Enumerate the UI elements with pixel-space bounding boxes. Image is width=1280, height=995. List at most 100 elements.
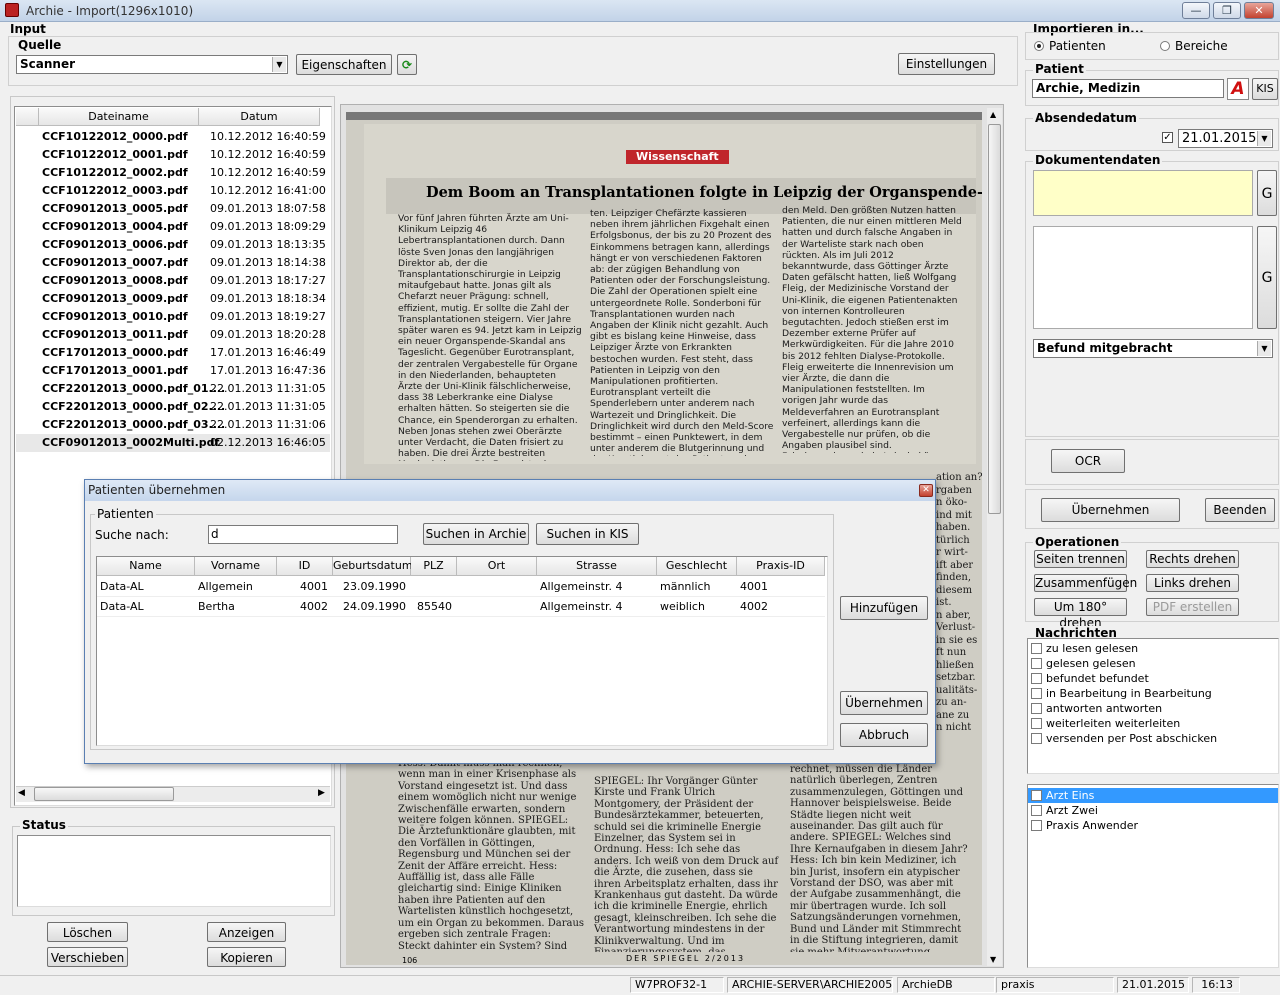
file-row[interactable]: CCF09012013_0007.pdf 09.01.2013 18:14:38 (16, 254, 330, 272)
scroll-down-icon[interactable]: ▼ (990, 955, 996, 964)
eigenschaften-button[interactable]: Eigenschaften (296, 54, 392, 75)
zusammenfuegen-button[interactable]: Zusammenfügen (1034, 574, 1137, 592)
dialog-close-button[interactable]: ✕ (919, 484, 933, 497)
scroll-right-icon[interactable]: ▶ (318, 788, 325, 798)
um-180-drehen-button[interactable]: Um 180° drehen (1034, 598, 1127, 630)
document-notes-field[interactable] (1033, 226, 1253, 329)
preview-scroll-thumb[interactable] (988, 124, 1001, 514)
uebernehmen-main-button[interactable]: Übernehmen (1041, 498, 1180, 522)
beenden-button[interactable]: Beenden (1205, 498, 1275, 522)
search-input[interactable]: d (208, 525, 398, 544)
checkbox-icon[interactable] (1031, 673, 1042, 684)
patient-row[interactable]: Data-AL Allgemein 4001 23.09.1990 Allgemeins… (97, 577, 825, 597)
patient-table[interactable]: Name Vorname ID Geburtsdatum PLZ Ort Strasse Ge… (96, 556, 828, 746)
message-item[interactable]: befundet befundet (1028, 671, 1278, 686)
chevron-down-icon[interactable]: ▼ (1257, 341, 1271, 356)
recipient-item[interactable]: Arzt Zwei (1028, 803, 1278, 818)
recipient-item[interactable]: Praxis Anwender (1028, 818, 1278, 833)
befund-select[interactable]: Befund mitgebracht ▼ (1033, 339, 1273, 358)
file-row[interactable]: CCF22012013_0000.pdf_03.... 22.01.2013 11… (16, 416, 330, 434)
refresh-icon[interactable]: ⟳ (397, 54, 417, 75)
document-title-field[interactable] (1033, 170, 1253, 216)
checkbox-icon[interactable] (1031, 733, 1042, 744)
patient-column-header[interactable]: Praxis-ID (737, 557, 825, 576)
anzeigen-button[interactable]: Anzeigen (207, 922, 286, 942)
loeschen-button[interactable]: Löschen (47, 922, 128, 942)
einstellungen-button[interactable]: Einstellungen (898, 53, 995, 75)
recipient-item[interactable]: Arzt Eins (1028, 788, 1278, 803)
ocr-button[interactable]: OCR (1051, 449, 1125, 473)
file-row[interactable]: CCF17012013_0000.pdf 17.01.2013 16:46:49 (16, 344, 330, 362)
message-item[interactable]: versenden per Post abschicken (1028, 731, 1278, 746)
patient-column-header[interactable]: Geschlecht (657, 557, 737, 576)
message-item[interactable]: weiterleiten weiterleiten (1028, 716, 1278, 731)
links-drehen-button[interactable]: Links drehen (1146, 574, 1239, 592)
file-row[interactable]: CCF09012013_0011.pdf 09.01.2013 18:20:28 (16, 326, 330, 344)
file-row[interactable]: CCF17012013_0001.pdf 17.01.2013 16:47:36 (16, 362, 330, 380)
file-row[interactable]: CCF09012013_0005.pdf 09.01.2013 18:07:58 (16, 200, 330, 218)
patient-column-header[interactable]: Geburtsdatum (333, 557, 413, 576)
recipient-list[interactable]: Arzt Eins Arzt Zwei Praxis Anwender (1027, 784, 1279, 968)
message-item[interactable]: antworten antworten (1028, 701, 1278, 716)
date-checkbox[interactable]: ✓ (1162, 132, 1173, 143)
checkbox-icon[interactable] (1031, 643, 1042, 654)
message-item[interactable]: gelesen gelesen (1028, 656, 1278, 671)
file-row[interactable]: CCF09012013_0004.pdf 09.01.2013 18:09:29 (16, 218, 330, 236)
radio-patienten[interactable]: Patienten (1034, 39, 1106, 53)
file-row[interactable]: CCF10122012_0001.pdf 10.12.2012 16:40:59 (16, 146, 330, 164)
minimize-button[interactable]: — (1182, 2, 1210, 19)
file-row[interactable]: CCF22012013_0000.pdf_02.... 22.01.2013 11… (16, 398, 330, 416)
scroll-up-icon[interactable]: ▲ (990, 110, 996, 119)
file-row[interactable]: CCF10122012_0002.pdf 10.12.2012 16:40:59 (16, 164, 330, 182)
patient-column-header[interactable]: Vorname (195, 557, 277, 576)
checkbox-icon[interactable] (1031, 658, 1042, 669)
calendar-dropdown-icon[interactable]: ▼ (1257, 131, 1271, 146)
kis-button[interactable]: KIS (1252, 78, 1278, 100)
column-dateiname[interactable]: Dateiname (39, 108, 199, 126)
file-row[interactable]: CCF10122012_0003.pdf 10.12.2012 16:41:00 (16, 182, 330, 200)
seiten-trennen-button[interactable]: Seiten trennen (1034, 550, 1127, 568)
scroll-thumb[interactable] (34, 787, 174, 801)
column-datum[interactable]: Datum (199, 108, 320, 126)
close-button[interactable]: ✕ (1244, 2, 1274, 19)
checkbox-icon[interactable] (1031, 805, 1042, 816)
file-row[interactable]: CCF09012013_0006.pdf 09.01.2013 18:13:35 (16, 236, 330, 254)
pdf-erstellen-button[interactable]: PDF erstellen (1146, 598, 1239, 616)
file-row[interactable]: CCF09012013_0008.pdf 09.01.2013 18:17:27 (16, 272, 330, 290)
suchen-kis-button[interactable]: Suchen in KIS (536, 523, 639, 545)
patient-column-header[interactable]: Ort (457, 557, 537, 576)
scroll-left-icon[interactable]: ◀ (18, 788, 25, 798)
maximize-button[interactable]: ❐ (1213, 2, 1241, 19)
radio-bereiche[interactable]: Bereiche (1160, 39, 1228, 53)
file-row[interactable]: CCF22012013_0000.pdf_01.... 22.01.2013 11… (16, 380, 330, 398)
checkbox-icon[interactable] (1031, 820, 1042, 831)
kopieren-button[interactable]: Kopieren (207, 947, 286, 967)
abbruch-button[interactable]: Abbruch (840, 723, 928, 747)
file-row[interactable]: CCF09012013_0002Multi.pdf 02.12.2013 16:4… (16, 434, 330, 452)
file-row[interactable]: CCF10122012_0000.pdf 10.12.2012 16:40:59 (16, 128, 330, 146)
dialog-uebernehmen-button[interactable]: Übernehmen (840, 691, 928, 715)
date-picker[interactable]: 21.01.2015 ▼ (1178, 129, 1273, 148)
patient-row[interactable]: Data-AL Bertha 4002 24.09.1990 85540 Allgemei… (97, 597, 825, 617)
message-item[interactable]: zu lesen gelesen (1028, 641, 1278, 656)
patient-column-header[interactable]: PLZ (411, 557, 457, 576)
g-button-2[interactable]: G (1257, 226, 1277, 329)
verschieben-button[interactable]: Verschieben (47, 947, 128, 967)
hinzufuegen-button[interactable]: Hinzufügen (840, 596, 928, 620)
patient-field[interactable]: Archie, Medizin (1032, 79, 1224, 98)
file-row[interactable]: CCF09012013_0009.pdf 09.01.2013 18:18:34 (16, 290, 330, 308)
file-row[interactable]: CCF09012013_0010.pdf 09.01.2013 18:19:27 (16, 308, 330, 326)
archie-logo-icon[interactable]: A (1227, 78, 1249, 100)
chevron-down-icon[interactable]: ▼ (272, 57, 286, 72)
source-select[interactable]: Scanner ▼ (16, 55, 288, 74)
g-button-1[interactable]: G (1257, 170, 1277, 216)
nachrichten-list[interactable]: zu lesen gelesen gelesen gelesen befundet … (1027, 638, 1279, 774)
suchen-archie-button[interactable]: Suchen in Archie (423, 523, 529, 545)
patient-column-header[interactable]: ID (277, 557, 333, 576)
patient-column-header[interactable]: Strasse (537, 557, 657, 576)
checkbox-icon[interactable] (1031, 703, 1042, 714)
rechts-drehen-button[interactable]: Rechts drehen (1146, 550, 1239, 568)
message-item[interactable]: in Bearbeitung in Bearbeitung (1028, 686, 1278, 701)
checkbox-icon[interactable] (1031, 718, 1042, 729)
patient-column-header[interactable]: Name (97, 557, 195, 576)
